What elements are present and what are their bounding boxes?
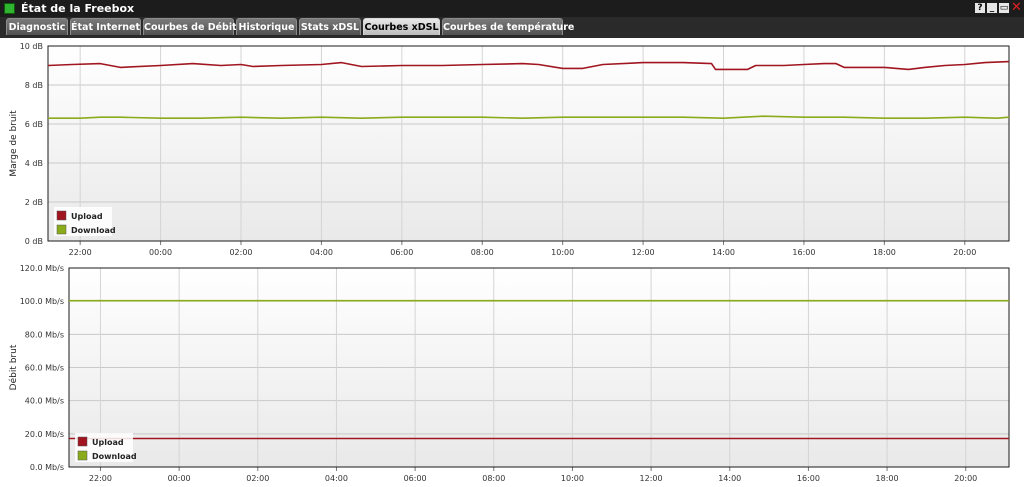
legend-label-download: Download: [92, 452, 137, 461]
title-bar: État de la Freebox ? _ ▭ ✕: [0, 0, 1024, 17]
x-tick-label: 22:00: [89, 474, 112, 483]
x-tick-label: 16:00: [792, 248, 815, 257]
x-tick-label: 14:00: [712, 248, 735, 257]
y-tick-label: 0.0 Mb/s: [30, 463, 64, 472]
close-button[interactable]: ✕: [1011, 1, 1022, 14]
y-tick-label: 6 dB: [25, 120, 43, 129]
x-tick-label: 20:00: [954, 474, 977, 483]
noise-margin-chart: 0 dB 2 dB 4 dB 6 dB 8 dB 10 dB 22:00 00:00 02:00…: [9, 42, 1010, 257]
y-tick-label: 120.0 Mb/s: [20, 265, 64, 273]
y-tick-label: 10 dB: [20, 42, 43, 51]
tab-courbes-debit[interactable]: Courbes de Débit: [143, 18, 237, 35]
tab-etat-internet[interactable]: État Internet: [70, 18, 141, 35]
tab-bar: Diagnostic État Internet Courbes de Débi…: [0, 17, 1024, 38]
x-tick-label: 12:00: [632, 248, 655, 257]
x-tick-label: 10:00: [551, 248, 574, 257]
x-tick-label: 14:00: [718, 474, 741, 483]
plot-area: [48, 46, 1009, 241]
freebox-icon: [4, 3, 15, 14]
help-button[interactable]: ?: [975, 3, 985, 13]
legend-label-upload: Upload: [71, 212, 103, 221]
minimize-button[interactable]: _: [987, 3, 997, 13]
x-tick-label: 02:00: [246, 474, 269, 483]
charts-panel: 0 dB 2 dB 4 dB 6 dB 8 dB 10 dB 22:00 00:00 02:00…: [0, 38, 1024, 487]
x-tick-label: 06:00: [390, 248, 413, 257]
y-tick-label: 4 dB: [25, 159, 43, 168]
x-tick-label: 22:00: [69, 248, 92, 257]
tab-stats-xdsl[interactable]: Stats xDSL: [299, 18, 361, 35]
x-tick-label: 00:00: [149, 248, 172, 257]
y-tick-label: 40.0 Mb/s: [25, 397, 64, 406]
raw-rate-chart: 0.0 Mb/s 20.0 Mb/s 40.0 Mb/s 60.0 Mb/s 80.0 …: [8, 265, 1010, 483]
legend-label-upload: Upload: [92, 438, 124, 447]
y-tick-label: 0 dB: [25, 237, 43, 246]
legend-swatch-upload: [77, 436, 88, 447]
legend-swatch-download: [77, 450, 88, 461]
x-tick-label: 18:00: [876, 474, 899, 483]
restore-button[interactable]: ▭: [999, 3, 1009, 13]
legend-swatch-download: [56, 224, 67, 235]
y-tick-label: 80.0 Mb/s: [25, 330, 64, 339]
tab-courbes-temperature[interactable]: Courbes de température: [442, 18, 574, 35]
tab-courbes-xdsl[interactable]: Courbes xDSL: [363, 18, 440, 35]
y-tick-label: 60.0 Mb/s: [25, 364, 64, 373]
x-tick-label: 08:00: [471, 248, 494, 257]
x-tick-label: 18:00: [873, 248, 896, 257]
y-axis-title: Débit brut: [8, 344, 19, 390]
x-tick-label: 04:00: [325, 474, 348, 483]
x-tick-label: 10:00: [561, 474, 584, 483]
y-tick-label: 8 dB: [25, 81, 43, 90]
x-tick-label: 16:00: [797, 474, 820, 483]
y-tick-label: 20.0 Mb/s: [25, 430, 64, 439]
x-tick-label: 12:00: [640, 474, 663, 483]
x-tick-label: 08:00: [482, 474, 505, 483]
x-tick-label: 06:00: [404, 474, 427, 483]
x-tick-label: 04:00: [310, 248, 333, 257]
legend-label-download: Download: [71, 226, 116, 235]
tab-diagnostic[interactable]: Diagnostic: [6, 18, 68, 35]
x-tick-label: 00:00: [168, 474, 191, 483]
x-tick-label: 02:00: [229, 248, 252, 257]
legend-swatch-upload: [56, 210, 67, 221]
tab-historique[interactable]: Historique: [236, 18, 297, 35]
x-tick-label: 20:00: [953, 248, 976, 257]
y-axis-title: Marge de bruit: [9, 110, 19, 177]
y-tick-label: 100.0 Mb/s: [20, 297, 64, 306]
window-title: État de la Freebox: [21, 2, 135, 15]
y-tick-label: 2 dB: [25, 198, 43, 207]
